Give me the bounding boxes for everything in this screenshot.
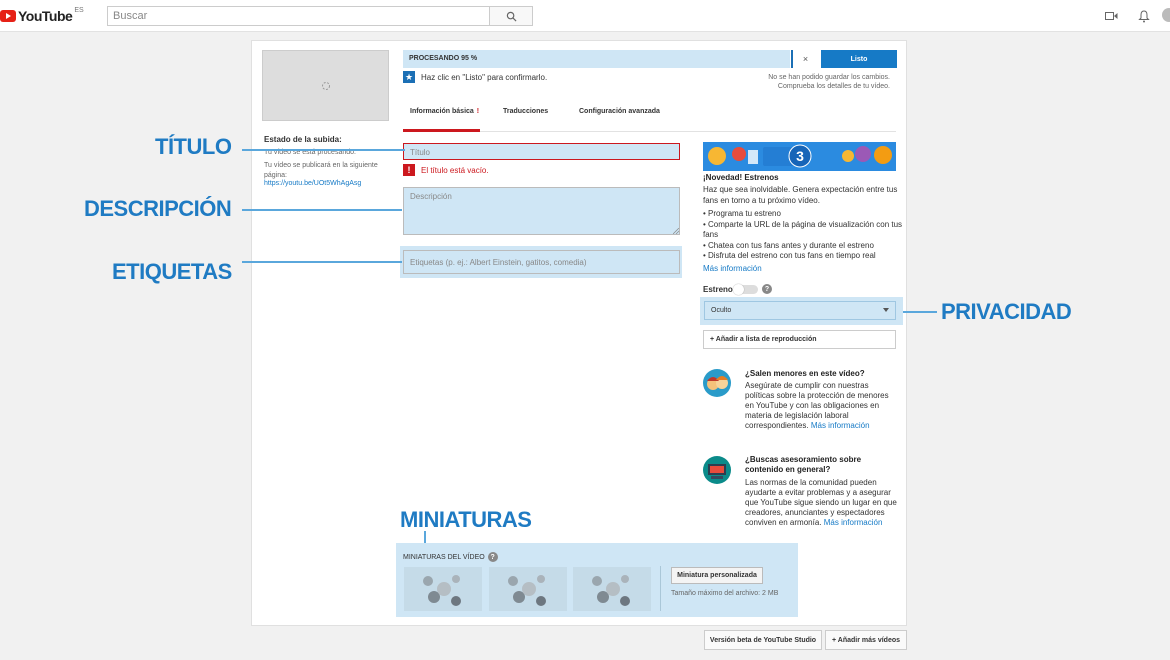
title-input[interactable]: Título (403, 143, 680, 160)
kids-body: Asegúrate de cumplir con nuestras políti… (745, 381, 897, 431)
add-more-videos-button[interactable]: + Añadir más vídeos (825, 630, 907, 650)
premieres-body: Haz que sea inolvidable. Genera expectac… (703, 185, 898, 205)
title-error-text: El título está vacío. (421, 166, 489, 175)
annotation-line (903, 311, 937, 313)
video-link[interactable]: https://youtu.be/UOt5WhAgAsg (264, 180, 361, 187)
tab-error-icon: ! (476, 108, 480, 115)
tab-basic-info[interactable]: Información básica! (410, 108, 479, 115)
annotation-line (242, 209, 402, 211)
chevron-down-icon (883, 308, 889, 312)
annotation-line (242, 149, 405, 151)
tab-basic-info-label: Información básica (410, 108, 474, 115)
privacy-selected-value: Oculto (711, 307, 732, 314)
add-to-playlist-button[interactable]: + Añadir a lista de reproducción (703, 330, 896, 349)
annotation-line (242, 261, 402, 263)
save-error-message: No se han podido guardar los cambios. Co… (730, 73, 890, 91)
list-item: • Chatea con tus fans antes y durante el… (703, 240, 874, 250)
list-item: • Comparte la URL de la página de visual… (703, 219, 903, 240)
advice-body: Las normas de la comunidad pueden ayudar… (745, 478, 897, 528)
annotation-description: DESCRIPCIÓN (84, 196, 232, 221)
upload-video-icon[interactable] (1104, 9, 1118, 23)
upload-publish-note: Tu vídeo se publicará en la siguiente pá… (264, 162, 378, 179)
resize-handle-icon[interactable] (673, 228, 679, 234)
annotation-privacy: PRIVACIDAD (941, 299, 1072, 324)
premieres-title: ¡Novedad! Estrenos (703, 173, 779, 182)
advice-more-info-link[interactable]: Más información (824, 518, 883, 527)
description-textarea[interactable]: Descripción (403, 187, 680, 235)
custom-thumbnail-button[interactable]: Miniatura personalizada (671, 567, 763, 584)
premiere-toggle-label: Estreno (703, 285, 733, 294)
studio-beta-button[interactable]: Versión beta de YouTube Studio (704, 630, 822, 650)
youtube-logo[interactable]: YouTube ES (0, 7, 84, 25)
description-placeholder: Descripción (410, 192, 452, 201)
notifications-bell-icon[interactable] (1137, 9, 1151, 23)
active-tab-indicator (403, 129, 480, 132)
kids-icon (703, 369, 731, 397)
confirm-text: Haz clic en "Listo" para confirmarlo. (421, 73, 548, 82)
annotation-line (424, 531, 426, 543)
search-button[interactable] (489, 6, 533, 26)
youtube-play-icon (0, 10, 16, 22)
progress-label: PROCESANDO 95 % (409, 55, 478, 62)
thumbnail-option[interactable] (489, 567, 567, 611)
save-error-line-1: No se han podido guardar los cambios. (768, 74, 890, 81)
premieres-more-info-link[interactable]: Más información (703, 264, 762, 273)
annotation-tags: ETIQUETAS (112, 259, 232, 284)
tags-input[interactable]: Etiquetas (p. ej.: Albert Einstein, gati… (403, 250, 680, 274)
region-label: ES (74, 6, 84, 14)
annotation-thumbnails: MINIATURAS (400, 507, 532, 532)
help-icon[interactable]: ? (762, 284, 772, 294)
tab-translations[interactable]: Traducciones (503, 108, 548, 115)
divider (660, 566, 661, 611)
save-error-line-2: Comprueba los detalles de tu vídeo. (777, 83, 890, 90)
error-icon: ! (403, 164, 415, 176)
thumbnail-max-size: Tamaño máximo del archivo: 2 MB (671, 590, 779, 597)
done-button[interactable]: Listo (821, 50, 897, 68)
avatar[interactable] (1162, 8, 1170, 22)
toggle-knob[interactable] (733, 284, 744, 295)
premieres-banner: 3 (703, 142, 896, 171)
privacy-select[interactable]: Oculto (704, 301, 896, 320)
title-placeholder: Título (410, 148, 431, 157)
thumbnail-option[interactable] (573, 567, 651, 611)
tags-placeholder: Etiquetas (p. ej.: Albert Einstein, gati… (410, 258, 587, 267)
annotation-title: TÍTULO (155, 134, 232, 159)
search-placeholder: Buscar (113, 10, 148, 22)
search-icon (506, 11, 517, 22)
upload-status-title: Estado de la subida: (264, 135, 342, 144)
kids-more-info-link[interactable]: Más información (811, 421, 870, 430)
close-icon: × (802, 54, 809, 64)
tab-bar (403, 98, 896, 132)
list-item: • Disfruta del estreno con tus fans en t… (703, 251, 876, 260)
community-guidelines-icon (703, 456, 731, 484)
progress-bar: PROCESANDO 95 % (403, 50, 790, 68)
logo-text: YouTube (18, 8, 73, 24)
tab-advanced-settings[interactable]: Configuración avanzada (579, 108, 660, 115)
star-icon: ★ (403, 71, 415, 83)
advice-title: ¿Buscas asesoramiento sobre contenido en… (745, 455, 862, 474)
kids-title: ¿Salen menores en este vídeo? (745, 369, 865, 378)
search-input[interactable]: Buscar (107, 6, 490, 26)
thumbnails-label-text: MINIATURAS DEL VÍDEO (403, 553, 485, 561)
help-icon[interactable]: ? (487, 552, 498, 562)
thumbnail-option[interactable] (404, 567, 482, 611)
list-item: • Programa tu estreno (703, 209, 781, 218)
countdown-number: 3 (796, 148, 804, 164)
loading-spinner-icon (321, 81, 330, 90)
cancel-upload-button[interactable]: × (791, 50, 818, 68)
video-preview (262, 50, 389, 121)
premieres-bullets: • Programa tu estreno • Comparte la URL … (703, 209, 903, 262)
thumbnails-label: MINIATURAS DEL VÍDEO ? (403, 552, 498, 562)
